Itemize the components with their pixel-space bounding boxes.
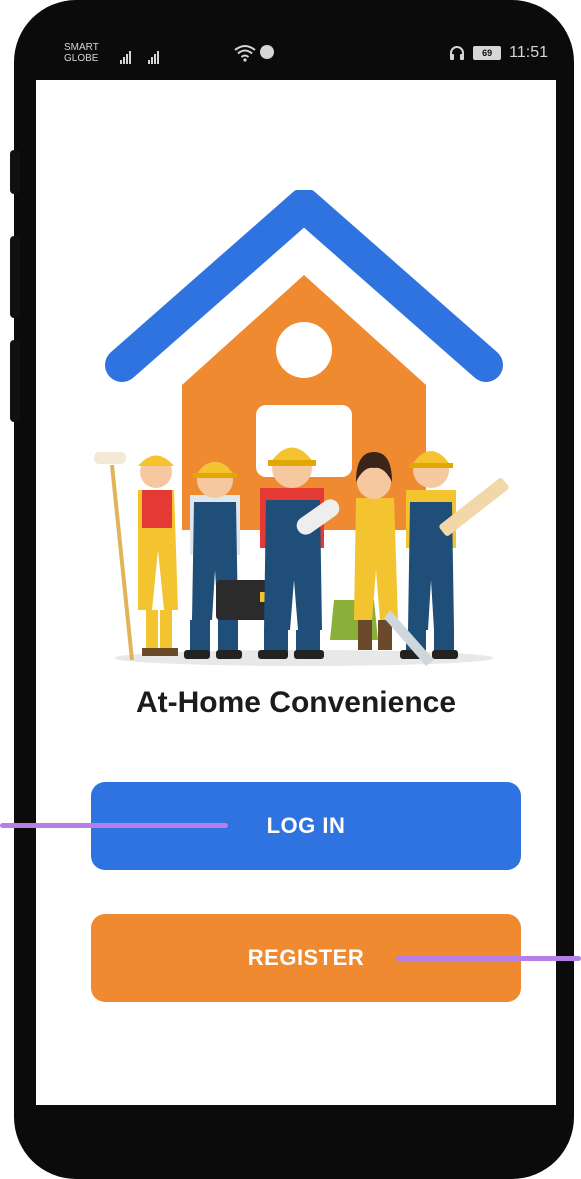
- register-button-label: REGISTER: [247, 945, 365, 970]
- wifi-icon: [234, 45, 256, 62]
- login-button-label: LOG IN: [266, 813, 346, 838]
- register-pointer-line: [396, 956, 581, 961]
- carrier-label: SMART GLOBE: [64, 42, 99, 64]
- clock: 11:51: [509, 44, 548, 61]
- status-right: 69 11:51: [449, 44, 548, 62]
- headphones-icon: [450, 46, 465, 60]
- login-pointer-line: [0, 823, 228, 828]
- app-screen: At-Home Convenience LOG IN REGISTER: [36, 80, 556, 1105]
- phone-side-button: [10, 150, 20, 194]
- app-title: At-Home Convenience: [135, 686, 457, 719]
- status-bar: SMART GLOBE 69 11:51: [36, 36, 556, 80]
- signal-icon: [120, 48, 131, 64]
- battery-icon: 69: [473, 46, 502, 60]
- signal-icon-2: [148, 48, 159, 64]
- workers-house-illustration: [94, 190, 509, 666]
- spotify-icon: [260, 45, 274, 59]
- phone-volume-down-button: [10, 340, 20, 422]
- phone-volume-up-button: [10, 236, 20, 318]
